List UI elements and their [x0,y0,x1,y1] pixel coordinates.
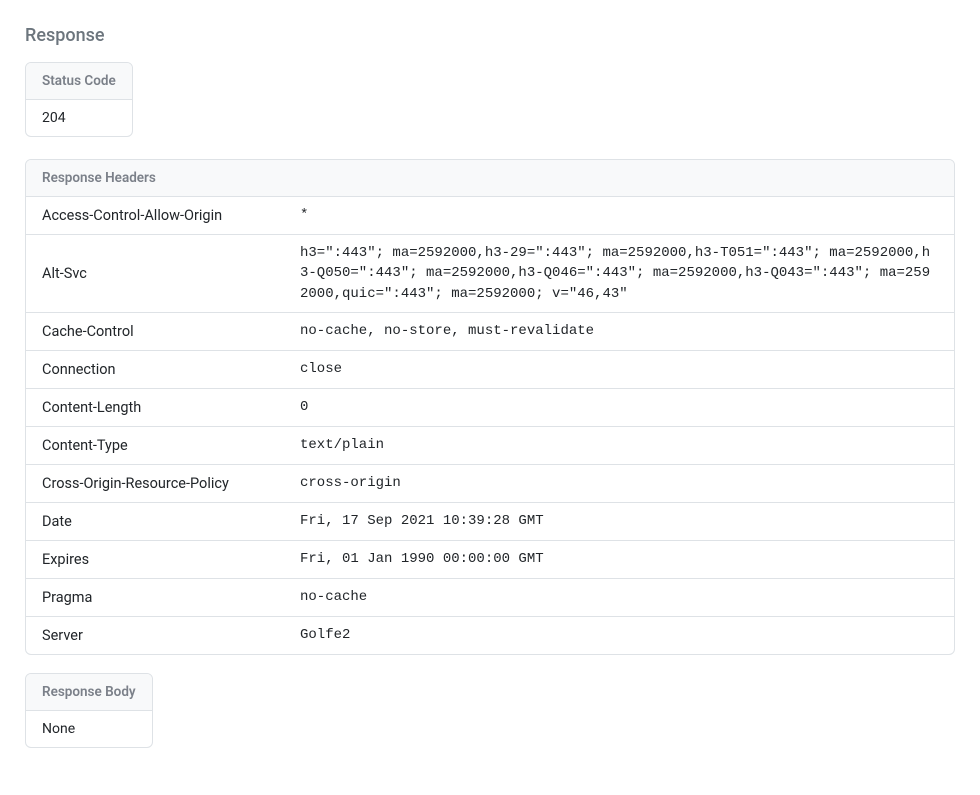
page-title: Response [25,25,955,46]
header-key: Cross-Origin-Resource-Policy [26,464,284,502]
table-row: Alt-Svch3=":443"; ma=2592000,h3-29=":443… [26,235,954,313]
response-body-label: Response Body [26,674,152,711]
header-value: Golfe2 [284,617,954,655]
table-row: ServerGolfe2 [26,617,954,655]
table-row: DateFri, 17 Sep 2021 10:39:28 GMT [26,502,954,540]
response-headers-label: Response Headers [26,160,954,197]
header-key: Expires [26,541,284,579]
header-value: text/plain [284,426,954,464]
table-row: Access-Control-Allow-Origin* [26,197,954,235]
response-body-panel: Response Body None [25,673,153,748]
header-key: Pragma [26,579,284,617]
table-row: ExpiresFri, 01 Jan 1990 00:00:00 GMT [26,541,954,579]
table-row: Cache-Controlno-cache, no-store, must-re… [26,312,954,350]
header-value: 0 [284,388,954,426]
header-key: Cache-Control [26,312,284,350]
header-value: close [284,350,954,388]
table-row: Connectionclose [26,350,954,388]
header-value: cross-origin [284,464,954,502]
header-value: no-cache [284,579,954,617]
header-value: h3=":443"; ma=2592000,h3-29=":443"; ma=2… [284,235,954,313]
header-value: no-cache, no-store, must-revalidate [284,312,954,350]
table-row: Content-Typetext/plain [26,426,954,464]
response-headers-body: Access-Control-Allow-Origin*Alt-Svch3=":… [26,197,954,654]
header-key: Content-Length [26,388,284,426]
header-key: Alt-Svc [26,235,284,313]
header-key: Date [26,502,284,540]
header-value: Fri, 17 Sep 2021 10:39:28 GMT [284,502,954,540]
response-headers-panel: Response Headers Access-Control-Allow-Or… [25,159,955,655]
status-code-label: Status Code [26,63,132,100]
header-key: Access-Control-Allow-Origin [26,197,284,235]
table-row: Pragmano-cache [26,579,954,617]
table-row: Content-Length0 [26,388,954,426]
status-code-panel: Status Code 204 [25,62,133,137]
header-key: Server [26,617,284,655]
header-value: * [284,197,954,235]
status-code-value: 204 [26,100,132,136]
table-row: Cross-Origin-Resource-Policycross-origin [26,464,954,502]
header-value: Fri, 01 Jan 1990 00:00:00 GMT [284,541,954,579]
header-key: Connection [26,350,284,388]
response-headers-table: Access-Control-Allow-Origin*Alt-Svch3=":… [26,197,954,654]
response-body-value: None [26,711,152,747]
header-key: Content-Type [26,426,284,464]
